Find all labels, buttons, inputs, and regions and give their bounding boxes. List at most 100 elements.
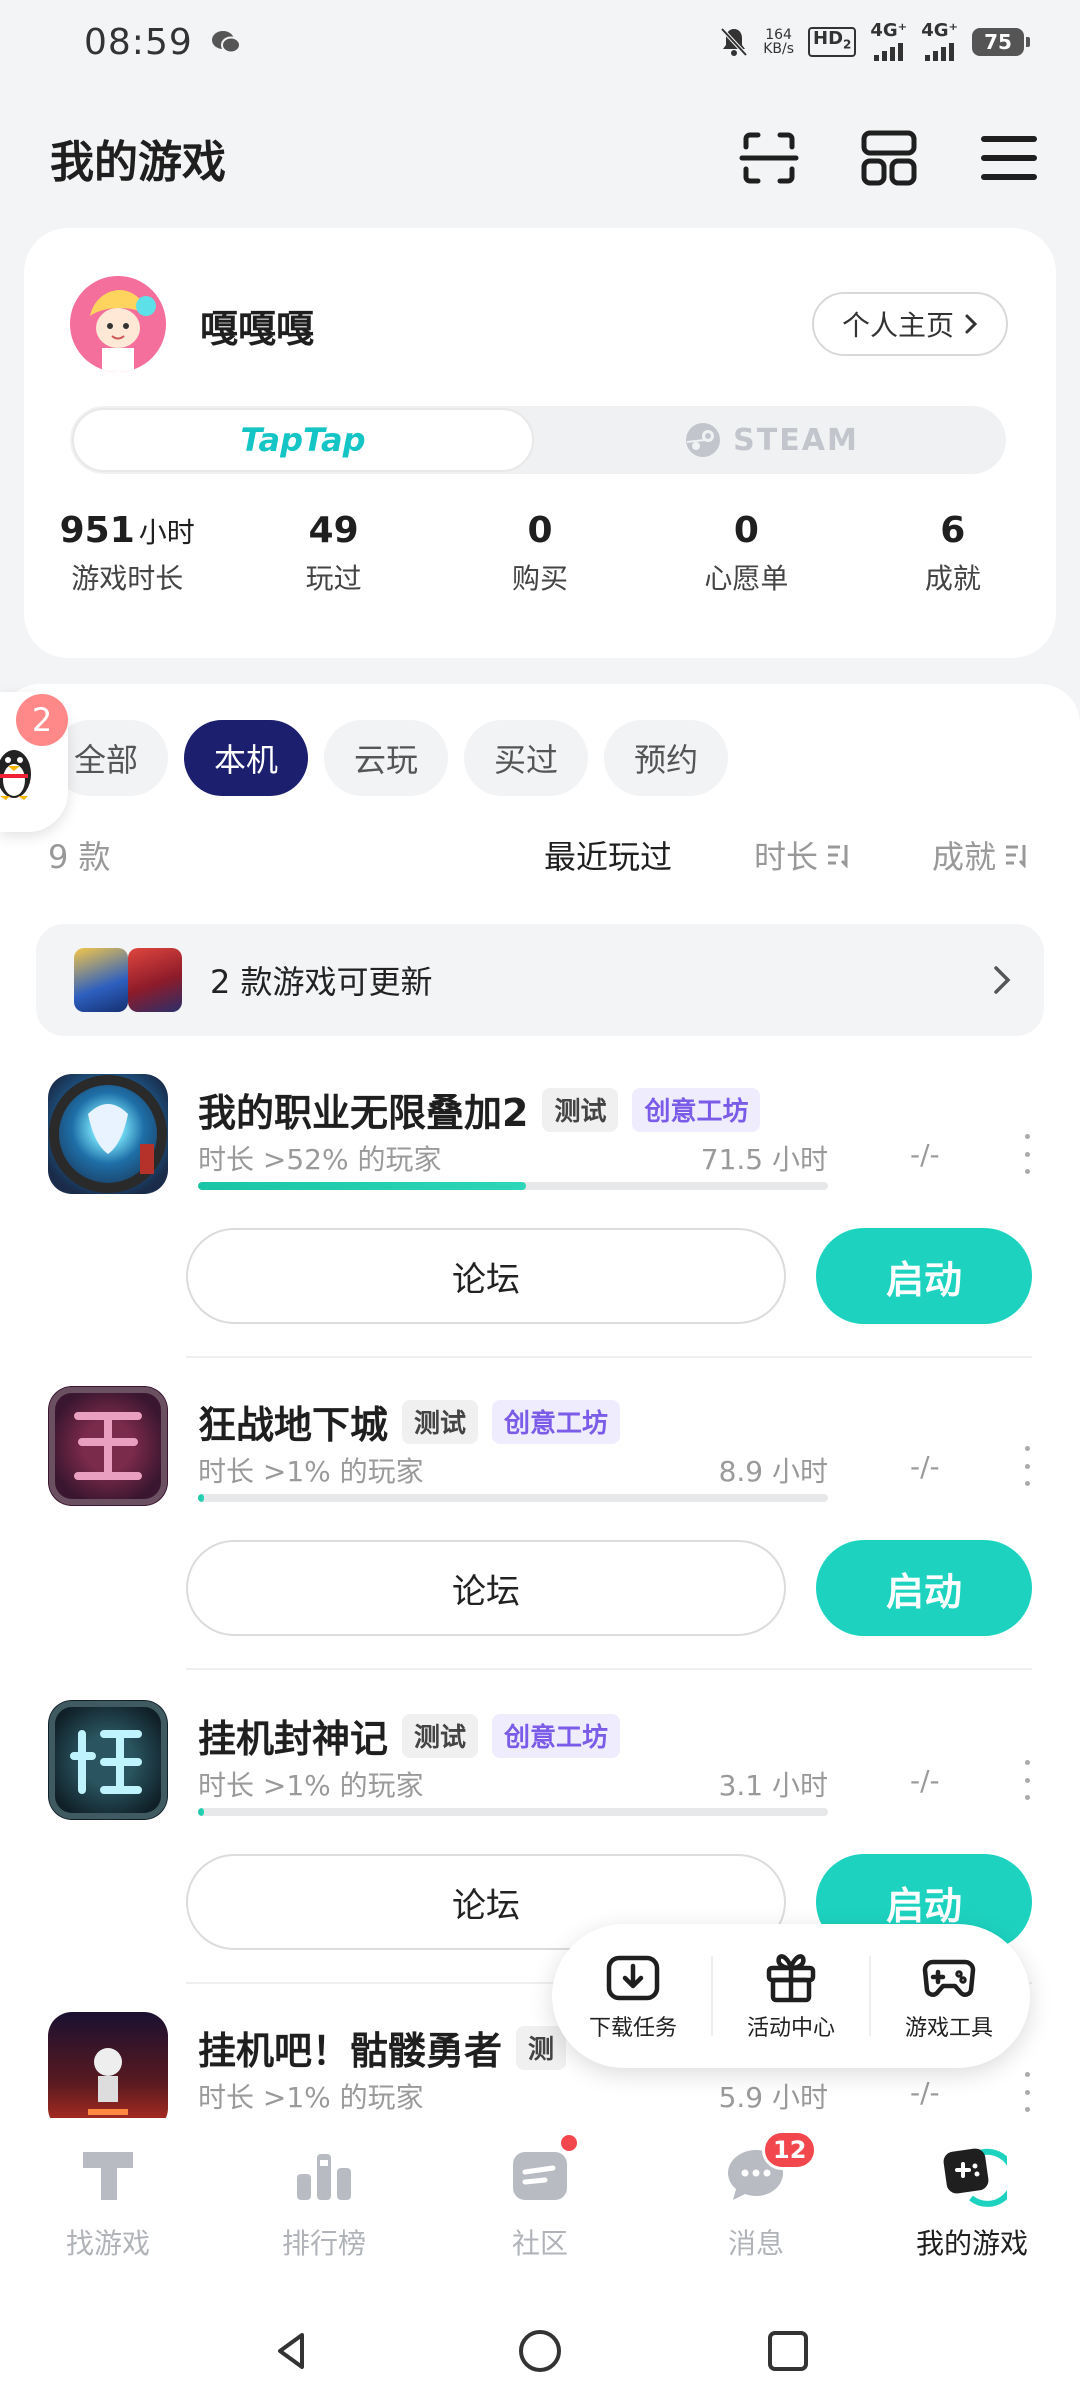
more-options-icon[interactable]: [1022, 1760, 1032, 1800]
achievement-count: -/-: [910, 1764, 940, 1797]
chip-cloud[interactable]: 云玩: [324, 720, 449, 796]
wechat-icon: [211, 31, 241, 54]
steam-label: STEAM: [733, 422, 859, 458]
chevron-right-icon: [994, 966, 1011, 994]
homepage-button[interactable]: 个人主页: [811, 292, 1008, 356]
more-options-icon[interactable]: [1022, 1446, 1032, 1486]
game-thumbnail: [128, 948, 182, 1012]
net-speed: 164 KB/s: [763, 27, 794, 57]
game-count: 9 款: [48, 838, 111, 876]
qq-badge: 2: [16, 694, 68, 746]
mute-icon: [720, 27, 748, 57]
more-options-icon[interactable]: [1022, 1134, 1032, 1174]
sort-duration[interactable]: 时长: [754, 832, 850, 878]
status-bar: 08:59 164 KB/s HD2 4G⁺ 4G⁺ 75: [0, 0, 1080, 84]
chip-local[interactable]: 本机: [184, 720, 309, 796]
playtime-progress-bar: [198, 1808, 828, 1816]
download-tasks-label: 下载任务: [588, 2016, 677, 2041]
menu-icon[interactable]: [978, 127, 1040, 189]
divider: [186, 1668, 1032, 1670]
notification-dot: [558, 2132, 580, 2154]
chip-reserved[interactable]: 预约: [604, 720, 729, 796]
playtime-progress-bar: [198, 1494, 828, 1502]
nav-community[interactable]: 社区: [432, 2118, 648, 2294]
forum-button[interactable]: 论坛: [186, 1228, 786, 1324]
nav-label: 社区: [511, 2227, 568, 2260]
page-header: 我的游戏: [0, 110, 1080, 206]
platform-taptap-tab[interactable]: TapTap: [72, 408, 534, 472]
download-icon: [606, 1955, 660, 2001]
platform-toggle: TapTap STEAM: [70, 406, 1006, 474]
apps-grid-icon[interactable]: [858, 127, 920, 189]
signal-1: 4G⁺: [870, 22, 907, 61]
clock: 08:59: [84, 21, 193, 63]
stat-wishlist[interactable]: 0 心愿单: [643, 510, 849, 597]
launch-button[interactable]: 启动: [816, 1228, 1032, 1324]
gift-icon: [766, 1954, 816, 2003]
taptap-logo: TapTap: [240, 421, 366, 459]
penguin-icon: [0, 750, 31, 800]
nav-label: 我的游戏: [915, 2227, 1028, 2260]
sort-achievement[interactable]: 成就: [932, 832, 1028, 878]
sort-icon: [827, 845, 848, 868]
sort-recent[interactable]: 最近玩过: [544, 832, 672, 878]
stat-achievements[interactable]: 6 成就: [850, 510, 1056, 597]
taptap-t-icon: [83, 2152, 133, 2200]
game-name: 挂机封神记: [198, 1717, 389, 1761]
stat-purchased[interactable]: 0 购买: [437, 510, 643, 597]
update-banner[interactable]: 2 款游戏可更新: [36, 924, 1044, 1036]
activity-center-button[interactable]: 活动中心: [747, 1950, 835, 2042]
battery-indicator: 75: [972, 28, 1030, 56]
homepage-label: 个人主页: [841, 309, 954, 342]
quick-tools-panel: 下载任务 活动中心 游戏工具: [552, 1924, 1030, 2068]
nav-messages[interactable]: 12 消息: [648, 2118, 864, 2294]
avatar[interactable]: [70, 276, 166, 372]
game-icon[interactable]: [48, 1386, 168, 1506]
forum-button[interactable]: 论坛: [186, 1540, 786, 1636]
workshop-tag[interactable]: 创意工坊: [492, 1713, 621, 1758]
recents-icon[interactable]: [764, 2327, 812, 2375]
launch-button[interactable]: 启动: [816, 1540, 1032, 1636]
back-icon[interactable]: [268, 2327, 316, 2375]
game-tools-button[interactable]: 游戏工具: [905, 1950, 993, 2042]
filter-chips: 全部 本机 云玩 买过 预约: [52, 720, 729, 796]
game-icon[interactable]: [48, 2012, 168, 2132]
playtime-rank: 时长 >52% 的玩家: [198, 1143, 442, 1176]
test-tag: 测: [516, 2025, 567, 2070]
message-badge: 12: [762, 2130, 818, 2170]
nav-find-games[interactable]: 找游戏: [0, 2118, 216, 2294]
chip-all[interactable]: 全部: [52, 720, 169, 796]
bottom-nav: 找游戏 排行榜 社区 12 消息 我的游戏: [0, 2118, 1080, 2294]
divider: [868, 1956, 871, 2036]
download-tasks-button[interactable]: 下载任务: [589, 1950, 677, 2042]
chip-bought[interactable]: 买过: [464, 720, 589, 796]
more-options-icon[interactable]: [1022, 2072, 1032, 2112]
home-icon[interactable]: [516, 2327, 564, 2375]
nav-my-games[interactable]: 我的游戏: [864, 2118, 1080, 2294]
stat-playtime[interactable]: 951 小时 游戏时长: [24, 510, 230, 597]
activity-center-label: 活动中心: [746, 2016, 835, 2041]
playtime-hours: 5.9 小时: [718, 2081, 828, 2114]
playtime-rank: 时长 >1% 的玩家: [198, 1455, 424, 1488]
game-icon[interactable]: [48, 1700, 168, 1820]
update-banner-text: 2 款游戏可更新: [210, 963, 433, 1001]
test-tag: 测试: [402, 1713, 479, 1758]
nav-rankings[interactable]: 排行榜: [216, 2118, 432, 2294]
workshop-tag[interactable]: 创意工坊: [492, 1399, 621, 1444]
scan-icon[interactable]: [738, 127, 800, 189]
chevron-right-icon: [965, 314, 978, 334]
game-icon[interactable]: [48, 1074, 168, 1194]
divider: [186, 1356, 1032, 1358]
game-name: 挂机吧！骷髅勇者: [198, 2029, 503, 2073]
stat-played[interactable]: 49 玩过: [230, 510, 436, 597]
achievement-count: -/-: [910, 1138, 940, 1171]
achievement-count: -/-: [910, 1450, 940, 1483]
username: 嘎嘎嘎: [200, 307, 315, 351]
signal-2: 4G⁺: [921, 22, 958, 61]
platform-steam-tab[interactable]: STEAM: [538, 406, 1006, 474]
sort-bar: 9 款 最近玩过 时长 成就: [48, 832, 1028, 878]
game-name: 狂战地下城: [198, 1403, 389, 1447]
nav-label: 消息: [727, 2227, 784, 2260]
workshop-tag[interactable]: 创意工坊: [632, 1087, 761, 1132]
playtime-rank: 时长 >1% 的玩家: [198, 2081, 424, 2114]
